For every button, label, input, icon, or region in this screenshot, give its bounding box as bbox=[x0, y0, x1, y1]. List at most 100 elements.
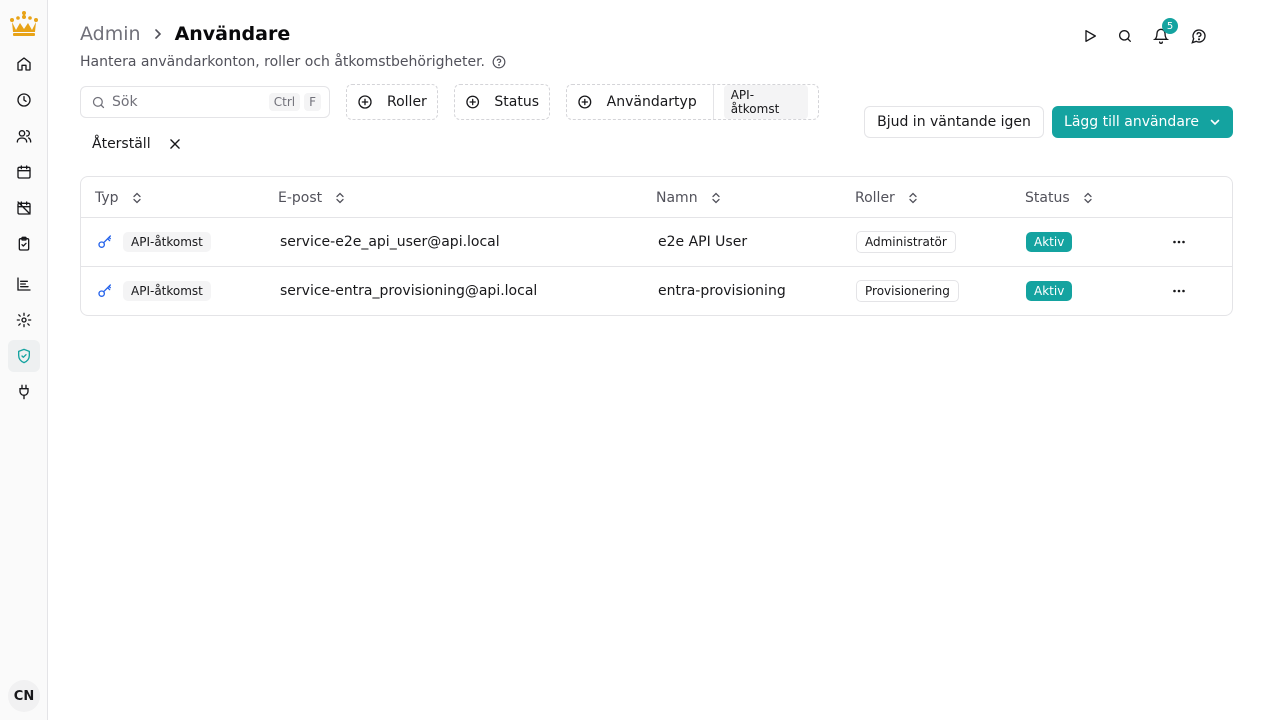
clock-icon bbox=[17, 93, 31, 107]
shortcut-ctrl: Ctrl bbox=[268, 93, 301, 111]
column-label: E-post bbox=[278, 189, 323, 206]
key-icon bbox=[98, 235, 111, 248]
plus-circle-icon bbox=[358, 95, 372, 109]
sort-icon bbox=[132, 192, 141, 203]
row-actions-button[interactable] bbox=[1167, 279, 1191, 303]
play-button[interactable] bbox=[1078, 24, 1102, 48]
filter-divider bbox=[712, 85, 714, 119]
sidebar-item-tasks[interactable] bbox=[8, 228, 40, 260]
status-badge: Aktiv bbox=[1026, 232, 1073, 252]
users-icon bbox=[16, 130, 32, 143]
status-cell: Aktiv bbox=[1026, 218, 1073, 266]
name-cell: e2e API User bbox=[658, 234, 748, 250]
filter-roles-button[interactable]: Roller bbox=[346, 84, 438, 120]
sort-icon bbox=[1083, 192, 1092, 203]
roles-cell: Provisionering bbox=[856, 267, 959, 315]
key-icon bbox=[98, 284, 111, 297]
sidebar-item-home[interactable] bbox=[8, 48, 40, 80]
chevron-down-icon bbox=[1210, 119, 1220, 126]
sort-icon bbox=[336, 192, 344, 203]
settings-icon bbox=[16, 312, 32, 328]
sidebar-item-admin[interactable] bbox=[8, 340, 40, 372]
add-user-label: Lägg till användare bbox=[1064, 114, 1199, 130]
sidebar: CN bbox=[0, 0, 48, 720]
search-input[interactable] bbox=[112, 94, 265, 110]
table-row[interactable]: API-åtkomst service-entra_provisioning@a… bbox=[81, 267, 1232, 315]
notification-count-badge: 5 bbox=[1162, 18, 1178, 34]
roles-cell: Administratör bbox=[856, 218, 956, 266]
role-badge: Administratör bbox=[856, 231, 956, 253]
type-badge: API-åtkomst bbox=[123, 281, 211, 301]
column-header-email[interactable]: E-post bbox=[278, 177, 346, 218]
filter-user-type-label: Användartyp bbox=[606, 94, 697, 110]
reinvite-label: Bjud in väntande igen bbox=[877, 114, 1031, 130]
search-field[interactable]: Ctrl F bbox=[80, 86, 330, 118]
more-horizontal-icon bbox=[1173, 240, 1185, 244]
help-chat-button[interactable] bbox=[1187, 24, 1211, 48]
page-title: Användare bbox=[174, 23, 291, 45]
sort-icon bbox=[909, 192, 917, 203]
role-badge: Provisionering bbox=[856, 280, 959, 302]
filter-selected-chip: API-åtkomst bbox=[723, 85, 808, 119]
sidebar-item-calendar[interactable] bbox=[8, 156, 40, 188]
filter-status-label: Status bbox=[494, 94, 539, 110]
subtitle-text: Hantera användarkonton, roller och åtkom… bbox=[80, 54, 485, 70]
breadcrumb-admin-link[interactable]: Admin bbox=[80, 23, 141, 45]
table-row[interactable]: API-åtkomst service-e2e_api_user@api.loc… bbox=[81, 218, 1232, 267]
search-icon bbox=[1119, 30, 1131, 42]
message-question-icon bbox=[1191, 29, 1206, 44]
page-subtitle: Hantera användarkonton, roller och åtkom… bbox=[80, 54, 506, 70]
help-circle-icon[interactable] bbox=[492, 55, 506, 69]
table-header: Typ E-post Namn Roller Status bbox=[81, 177, 1232, 218]
sidebar-item-reports[interactable] bbox=[8, 268, 40, 300]
type-cell: API-åtkomst bbox=[97, 218, 211, 266]
reinvite-pending-button[interactable]: Bjud in väntande igen bbox=[864, 106, 1044, 138]
home-icon bbox=[17, 57, 31, 71]
sidebar-item-absence[interactable] bbox=[8, 192, 40, 224]
column-header-type[interactable]: Typ bbox=[95, 177, 143, 218]
search-icon bbox=[92, 96, 105, 108]
sidebar-item-users[interactable] bbox=[8, 120, 40, 152]
status-badge: Aktiv bbox=[1026, 281, 1073, 301]
shield-check-icon bbox=[18, 348, 30, 364]
calendar-icon bbox=[17, 165, 31, 179]
reset-filters-button[interactable]: Återställ bbox=[82, 128, 192, 160]
more-horizontal-icon bbox=[1173, 289, 1185, 293]
sidebar-item-settings[interactable] bbox=[8, 304, 40, 336]
reset-label: Återställ bbox=[92, 136, 151, 152]
filter-roles-label: Roller bbox=[387, 94, 427, 110]
search-button[interactable] bbox=[1113, 24, 1137, 48]
type-badge: API-åtkomst bbox=[123, 232, 211, 252]
add-user-button[interactable]: Lägg till användare bbox=[1052, 106, 1233, 138]
column-label: Roller bbox=[855, 189, 895, 206]
chart-icon bbox=[17, 277, 31, 291]
plus-circle-icon bbox=[578, 95, 592, 109]
filter-status-button[interactable]: Status bbox=[454, 84, 550, 120]
row-actions-button[interactable] bbox=[1167, 230, 1191, 254]
avatar[interactable]: CN bbox=[8, 680, 40, 712]
sort-icon bbox=[711, 192, 720, 203]
crown-logo[interactable] bbox=[8, 10, 40, 40]
email-cell: service-entra_provisioning@api.local bbox=[280, 283, 538, 299]
chevron-right-icon bbox=[153, 29, 163, 39]
column-label: Typ bbox=[95, 189, 119, 206]
shortcut-key: F bbox=[304, 93, 321, 111]
users-table: Typ E-post Namn Roller Status API-åtkoms… bbox=[80, 176, 1233, 316]
sidebar-item-time[interactable] bbox=[8, 84, 40, 116]
column-label: Status bbox=[1025, 189, 1070, 206]
breadcrumb: Admin Användare bbox=[80, 20, 290, 48]
calendar-off-icon bbox=[17, 201, 31, 215]
sidebar-item-integrations[interactable] bbox=[8, 376, 40, 408]
column-header-roles[interactable]: Roller bbox=[855, 177, 919, 218]
play-icon bbox=[1085, 30, 1096, 42]
type-cell: API-åtkomst bbox=[97, 267, 211, 315]
close-icon bbox=[169, 139, 180, 149]
name-cell: entra-provisioning bbox=[658, 283, 786, 299]
plug-icon bbox=[19, 384, 29, 400]
column-header-status[interactable]: Status bbox=[1025, 177, 1094, 218]
column-header-name[interactable]: Namn bbox=[656, 177, 722, 218]
plus-circle-icon bbox=[466, 95, 480, 109]
filter-user-type-button[interactable]: Användartyp API-åtkomst bbox=[566, 84, 819, 120]
email-cell: service-e2e_api_user@api.local bbox=[280, 234, 500, 250]
clipboard-check-icon bbox=[18, 236, 30, 251]
